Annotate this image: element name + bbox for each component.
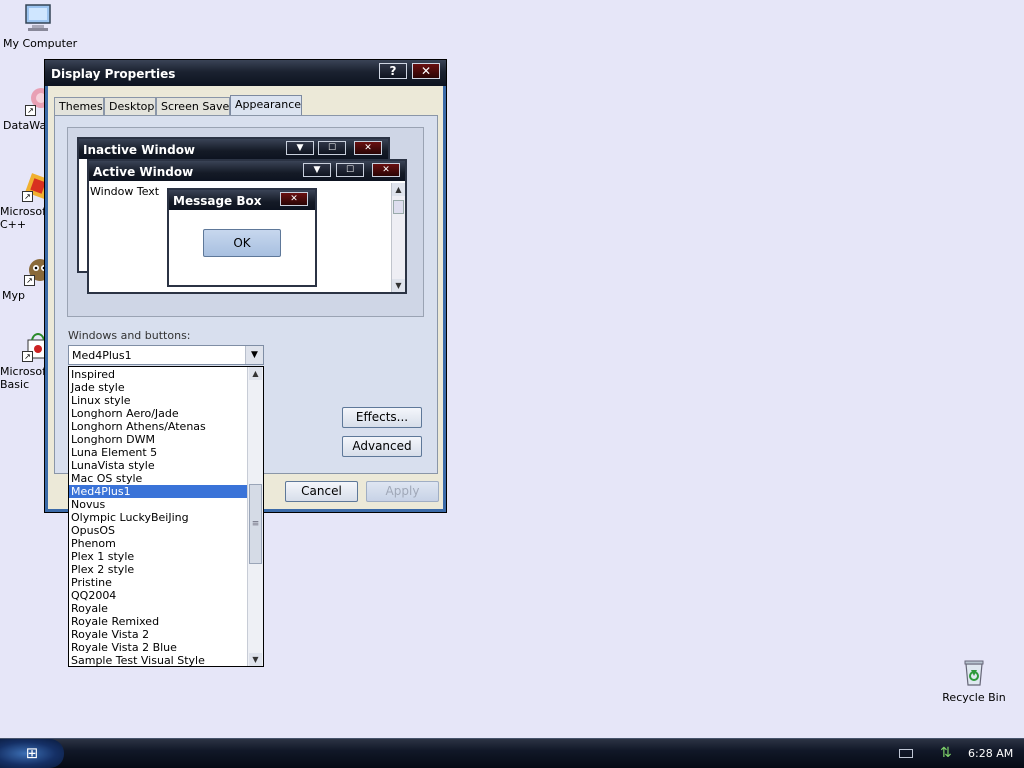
tab-themes[interactable]: Themes — [54, 97, 104, 115]
scroll-up-icon[interactable]: ▲ — [249, 367, 262, 380]
my-computer-icon — [22, 2, 54, 34]
icon-label: Microsoft C++ — [0, 205, 44, 231]
icon-label: My Computer — [3, 37, 78, 50]
taskbar: ⊞ ⇅ 6:28 AM — [0, 738, 1024, 768]
clock[interactable]: 6:28 AM — [968, 747, 1013, 760]
scroll-down-icon[interactable]: ▼ — [249, 653, 262, 666]
icon-label: Microsoft Basic — [0, 365, 44, 391]
maximize-icon: ☐ — [318, 141, 346, 155]
microsoft-basic-icon: ↗ — [22, 330, 44, 362]
help-button[interactable]: ? — [379, 63, 407, 79]
style-option[interactable]: QQ2004 — [69, 589, 247, 602]
keyboard-icon[interactable] — [899, 749, 913, 758]
style-option[interactable]: OpusOS — [69, 524, 247, 537]
style-option[interactable]: Royale Vista 2 — [69, 628, 247, 641]
tab-appearance[interactable]: Appearance — [230, 95, 302, 116]
tab-desktop[interactable]: Desktop — [104, 97, 156, 115]
scroll-down-icon: ▼ — [392, 279, 405, 292]
style-option[interactable]: Longhorn Aero/Jade — [69, 407, 247, 420]
shortcut-arrow-icon: ↗ — [22, 191, 33, 202]
style-option[interactable]: Med4Plus1 — [69, 485, 247, 498]
recycle-bin-shortcut[interactable]: Recycle Bin — [939, 656, 1009, 704]
icon-label: DataWar — [3, 119, 47, 132]
windows-logo-icon: ⊞ — [25, 744, 39, 762]
style-option[interactable]: Inspired — [69, 368, 247, 381]
style-option[interactable]: Luna Element 5 — [69, 446, 247, 459]
maximize-icon: ☐ — [336, 163, 364, 177]
scroll-thumb[interactable]: ≡ — [249, 484, 262, 564]
recycle-bin-icon — [958, 656, 990, 688]
close-button[interactable]: ✕ — [412, 63, 440, 79]
style-option[interactable]: Longhorn Athens/Atenas — [69, 420, 247, 433]
style-option[interactable]: Novus — [69, 498, 247, 511]
minimize-icon: ▼ — [286, 141, 314, 155]
microsoft-cpp-icon: ↗ — [22, 170, 44, 202]
myp-shortcut[interactable]: ↗ Myp — [2, 254, 46, 302]
style-option[interactable]: Linux style — [69, 394, 247, 407]
style-option[interactable]: Plex 2 style — [69, 563, 247, 576]
window-title: Display Properties — [51, 67, 176, 81]
style-option[interactable]: Royale — [69, 602, 247, 615]
style-option[interactable]: Sample Test Visual Style — [69, 654, 247, 666]
style-option[interactable]: Mac OS style — [69, 472, 247, 485]
minimize-icon: ▼ — [303, 163, 331, 177]
style-option[interactable]: Royale Remixed — [69, 615, 247, 628]
preview-scrollbar: ▲ ▼ — [391, 183, 405, 292]
windows-and-buttons-combo[interactable]: Med4Plus1 ▼ — [68, 345, 264, 365]
advanced-button[interactable]: Advanced — [342, 436, 422, 457]
style-option[interactable]: Phenom — [69, 537, 247, 550]
start-button[interactable]: ⊞ — [0, 739, 64, 768]
windows-and-buttons-label: Windows and buttons: — [68, 329, 191, 342]
close-icon: ✕ — [354, 141, 382, 155]
network-icon[interactable]: ⇅ — [940, 745, 952, 761]
style-option[interactable]: Pristine — [69, 576, 247, 589]
apply-button[interactable]: Apply — [366, 481, 439, 502]
style-option[interactable]: LunaVista style — [69, 459, 247, 472]
shortcut-arrow-icon: ↗ — [22, 351, 33, 362]
scroll-thumb — [393, 200, 404, 214]
dropdown-scrollbar[interactable]: ▲ ≡ ▼ — [247, 367, 263, 666]
close-icon: ✕ — [372, 163, 400, 177]
scroll-up-icon: ▲ — [392, 183, 405, 196]
style-option[interactable]: Jade style — [69, 381, 247, 394]
microsoft-cpp-shortcut[interactable]: ↗ Microsoft C++ — [0, 170, 44, 231]
shortcut-arrow-icon: ↗ — [25, 105, 36, 116]
window-text-sample: Window Text — [90, 185, 160, 198]
combo-value: Med4Plus1 — [72, 349, 132, 362]
style-option[interactable]: Olympic LuckyBeiJing — [69, 511, 247, 524]
style-option[interactable]: Longhorn DWM — [69, 433, 247, 446]
my-computer-shortcut[interactable]: My Computer — [3, 2, 78, 50]
cancel-button[interactable]: Cancel — [285, 481, 358, 502]
shortcut-arrow-icon: ↗ — [24, 275, 35, 286]
chevron-down-icon[interactable]: ▼ — [245, 346, 263, 364]
effects-button[interactable]: Effects... — [342, 407, 422, 428]
myp-icon: ↗ — [24, 254, 46, 286]
style-option[interactable]: Royale Vista 2 Blue — [69, 641, 247, 654]
ok-button-preview: OK — [203, 229, 281, 257]
title-bar[interactable]: Display Properties ? ✕ — [45, 60, 446, 86]
tab-screen-saver[interactable]: Screen Saver — [156, 97, 234, 115]
icon-label: Recycle Bin — [942, 691, 1006, 704]
icon-label: Myp — [2, 289, 25, 302]
close-icon: ✕ — [280, 192, 308, 206]
datawarp-shortcut[interactable]: ↗ DataWar — [3, 84, 47, 132]
style-options: Inspired Jade style Linux style Longhorn Ae… — [69, 368, 247, 666]
style-option[interactable]: Plex 1 style — [69, 550, 247, 563]
message-box-preview: Message Box ✕ OK — [167, 188, 317, 287]
microsoft-basic-shortcut[interactable]: ↗ Microsoft Basic — [0, 330, 44, 391]
style-dropdown-list[interactable]: Inspired Jade style Linux style Longhorn Ae… — [68, 366, 264, 667]
appearance-preview: Inactive Window ▼ ☐ ✕ Active Window ▼ ☐ … — [67, 127, 424, 317]
